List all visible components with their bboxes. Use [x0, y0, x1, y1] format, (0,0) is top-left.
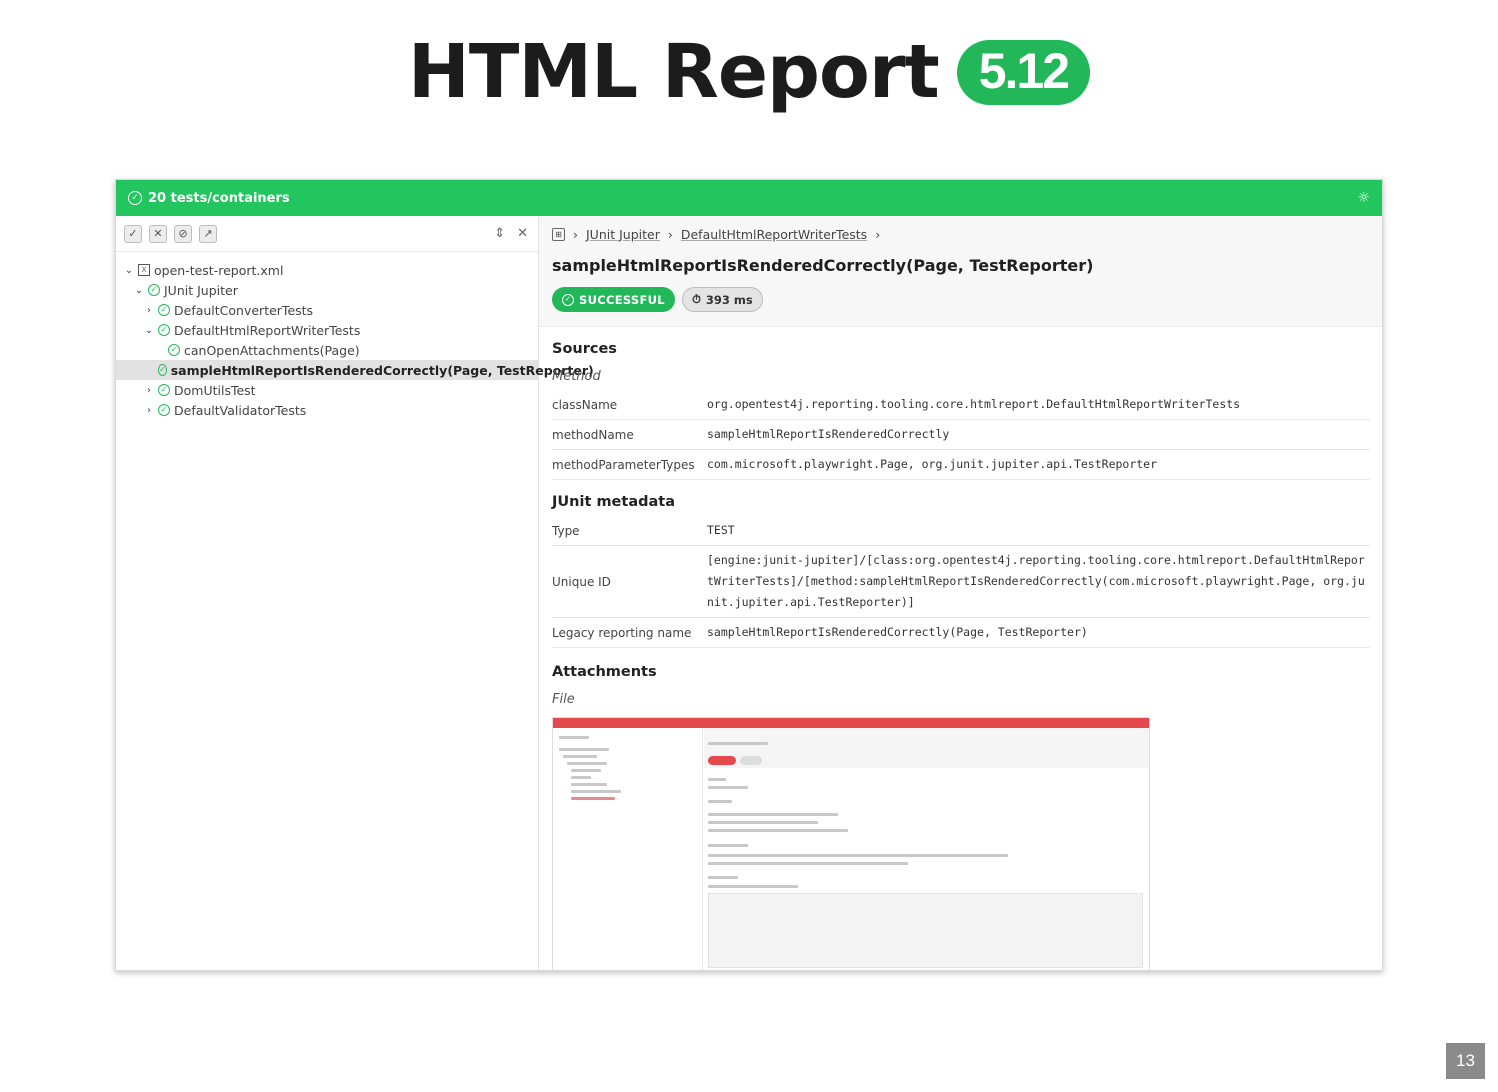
- breadcrumb-separator-icon: ›: [875, 226, 881, 242]
- detail-key: methodName: [552, 427, 634, 442]
- detail-row: Legacy reporting name sampleHtmlReportIsR…: [552, 618, 1370, 648]
- slide-title-text: HTML Report: [407, 29, 940, 115]
- tree-item[interactable]: › ✓ DefaultConverterTests: [116, 300, 538, 320]
- sidebar-toolbar: ✓ ✕ ⊘ ↗ ⇕ ✕: [116, 216, 538, 252]
- chevron-right-icon[interactable]: ›: [144, 305, 154, 316]
- thumbnail-sidebar: [553, 728, 703, 970]
- status-text: SUCCESSFUL: [579, 292, 665, 307]
- filter-failed-icon[interactable]: ✕: [149, 224, 167, 243]
- check-circle-icon: ✓: [562, 293, 574, 306]
- breadcrumb-item-test-class[interactable]: DefaultHtmlReportWriterTests: [681, 227, 867, 242]
- filter-successful-icon[interactable]: ✓: [124, 224, 142, 243]
- tree-item-label: canOpenAttachments(Page): [184, 342, 360, 358]
- slide-title: HTML Report 5.12: [0, 22, 1498, 122]
- summary-text: 20 tests/containers: [148, 190, 290, 206]
- tree-item-label: DomUtilsTest: [174, 382, 256, 398]
- check-circle-icon: ✓: [158, 324, 170, 336]
- attachments-heading: Attachments: [552, 664, 657, 680]
- detail-row: Type TEST: [552, 516, 1370, 546]
- tree-item-label: open-test-report.xml: [154, 262, 284, 278]
- chevron-right-icon[interactable]: ›: [144, 385, 154, 396]
- detail-value: sampleHtmlReportIsRenderedCorrectly(Page…: [707, 625, 1088, 639]
- check-circle-icon: ✓: [158, 364, 167, 376]
- detail-key: Unique ID: [552, 574, 611, 589]
- report-app-window: ✓ 20 tests/containers ☼ ✓ ✕ ⊘ ↗ ⇕ ✕ ⌄ Xop…: [115, 179, 1383, 971]
- sidebar: ✓ ✕ ⊘ ↗ ⇕ ✕ ⌄ Xopen-test-report.xml ⌄ ✓ JUni…: [116, 216, 594, 970]
- filter-buttons: ✓ ✕ ⊘ ↗: [124, 224, 217, 243]
- test-header: ⊞ › JUnit Jupiter › DefaultHtmlReportWri…: [539, 216, 1382, 327]
- tree-item-label: sampleHtmlReportIsRenderedCorrectly(Page…: [170, 362, 594, 378]
- tree-item-label: JUnit Jupiter: [164, 282, 238, 298]
- summary-bar: ✓ 20 tests/containers ☼: [116, 180, 1382, 216]
- expand-all-icon[interactable]: ⇕: [494, 226, 505, 241]
- chevron-right-icon[interactable]: ›: [144, 405, 154, 416]
- sources-table: className org.opentest4j.reporting.toolin…: [552, 390, 1370, 480]
- tree-item[interactable]: ✓ canOpenAttachments(Page): [116, 340, 538, 360]
- check-circle-icon: ✓: [168, 344, 180, 356]
- summary: ✓ 20 tests/containers: [128, 191, 290, 206]
- attachments-subheading: File: [552, 692, 575, 707]
- file-icon: X: [138, 264, 150, 276]
- tree-actions: ⇕ ✕: [494, 226, 528, 241]
- sources-subheading: Method: [552, 369, 601, 384]
- breadcrumb: ⊞ › JUnit Jupiter › DefaultHtmlReportWri…: [552, 216, 1370, 252]
- check-circle-icon: ✓: [158, 304, 170, 316]
- stopwatch-icon: ⏱: [691, 292, 701, 306]
- detail-value: TEST: [707, 523, 735, 537]
- junit-metadata-heading: JUnit metadata: [552, 494, 675, 510]
- detail-row: methodName sampleHtmlReportIsRenderedCorr…: [552, 420, 1370, 450]
- check-circle-icon: ✓: [158, 384, 170, 396]
- open-external-icon[interactable]: ↗: [199, 224, 217, 243]
- attachment-screenshot-thumbnail[interactable]: [552, 717, 1150, 970]
- detail-key: className: [552, 397, 618, 412]
- page-number: 13: [1446, 1043, 1485, 1079]
- detail-value: com.microsoft.playwright.Page, org.junit…: [707, 457, 1158, 471]
- tree-item-label: DefaultHtmlReportWriterTests: [174, 322, 361, 338]
- duration-badge: ⏱ 393 ms: [681, 287, 763, 312]
- detail-value: sampleHtmlReportIsRenderedCorrectly: [707, 427, 950, 441]
- detail-row: Unique ID [engine:junit-jupiter]/[class:o…: [552, 546, 1370, 618]
- app-content: ✓ ✕ ⊘ ↗ ⇕ ✕ ⌄ Xopen-test-report.xml ⌄ ✓ JUni…: [116, 216, 1382, 970]
- detail-value: org.opentest4j.reporting.tooling.core.ht…: [707, 397, 1241, 411]
- junit-metadata-table: Type TEST Unique ID [engine:junit-jupiter]/…: [552, 516, 1370, 648]
- filter-skipped-icon[interactable]: ⊘: [174, 224, 192, 243]
- check-circle-icon: ✓: [158, 404, 170, 416]
- tree-item-label: DefaultValidatorTests: [174, 402, 307, 418]
- collapse-all-icon[interactable]: ✕: [517, 226, 528, 241]
- check-circle-icon: ✓: [128, 191, 142, 205]
- tree-item[interactable]: ⌄ ✓ JUnit Jupiter: [116, 280, 538, 300]
- test-title: sampleHtmlReportIsRenderedCorrectly(Page…: [552, 256, 1094, 275]
- home-icon[interactable]: ⊞: [552, 227, 565, 241]
- version-badge: 5.12: [956, 39, 1091, 105]
- tree-item[interactable]: › ✓ DefaultValidatorTests: [116, 400, 538, 420]
- duration-text: 393 ms: [705, 292, 753, 307]
- detail-key: Legacy reporting name: [552, 625, 692, 640]
- detail-key: methodParameterTypes: [552, 457, 695, 472]
- detail-row: className org.opentest4j.reporting.toolin…: [552, 390, 1370, 420]
- sun-icon[interactable]: ☼: [1357, 190, 1370, 206]
- tree-item-label: DefaultConverterTests: [174, 302, 314, 318]
- test-tree: ⌄ Xopen-test-report.xml ⌄ ✓ JUnit Jupiter › ✓ D…: [116, 252, 594, 420]
- tree-item[interactable]: ⌄ Xopen-test-report.xml: [116, 260, 538, 280]
- breadcrumb-separator-icon: ›: [667, 226, 673, 242]
- status-badges: ✓ SUCCESSFUL ⏱ 393 ms: [552, 287, 1370, 312]
- breadcrumb-separator-icon: ›: [573, 226, 578, 242]
- detail-key: Type: [552, 523, 580, 538]
- check-circle-icon: ✓: [148, 284, 160, 296]
- detail-value: [engine:junit-jupiter]/[class:org.opente…: [707, 553, 1365, 609]
- tree-item[interactable]: › ✓ DomUtilsTest: [116, 380, 538, 400]
- chevron-down-icon[interactable]: ⌄: [134, 285, 144, 296]
- test-details: Sources Method className org.opentest4j.r…: [539, 341, 1382, 970]
- status-badge: ✓ SUCCESSFUL: [552, 287, 675, 312]
- chevron-down-icon[interactable]: ⌄: [124, 265, 134, 276]
- breadcrumb-item-junit-jupiter[interactable]: JUnit Jupiter: [586, 227, 660, 242]
- detail-row: methodParameterTypes com.microsoft.playwr…: [552, 450, 1370, 480]
- chevron-down-icon[interactable]: ⌄: [144, 325, 154, 336]
- tree-item-selected[interactable]: ✓ sampleHtmlReportIsRenderedCorrectly(Pag…: [116, 360, 594, 380]
- main-panel: ⊞ › JUnit Jupiter › DefaultHtmlReportWri…: [539, 216, 1382, 970]
- tree-item[interactable]: ⌄ ✓ DefaultHtmlReportWriterTests: [116, 320, 538, 340]
- thumbnail-failed-bar: [553, 718, 1149, 728]
- thumbnail-main: [704, 728, 1149, 970]
- sources-heading: Sources: [552, 341, 617, 357]
